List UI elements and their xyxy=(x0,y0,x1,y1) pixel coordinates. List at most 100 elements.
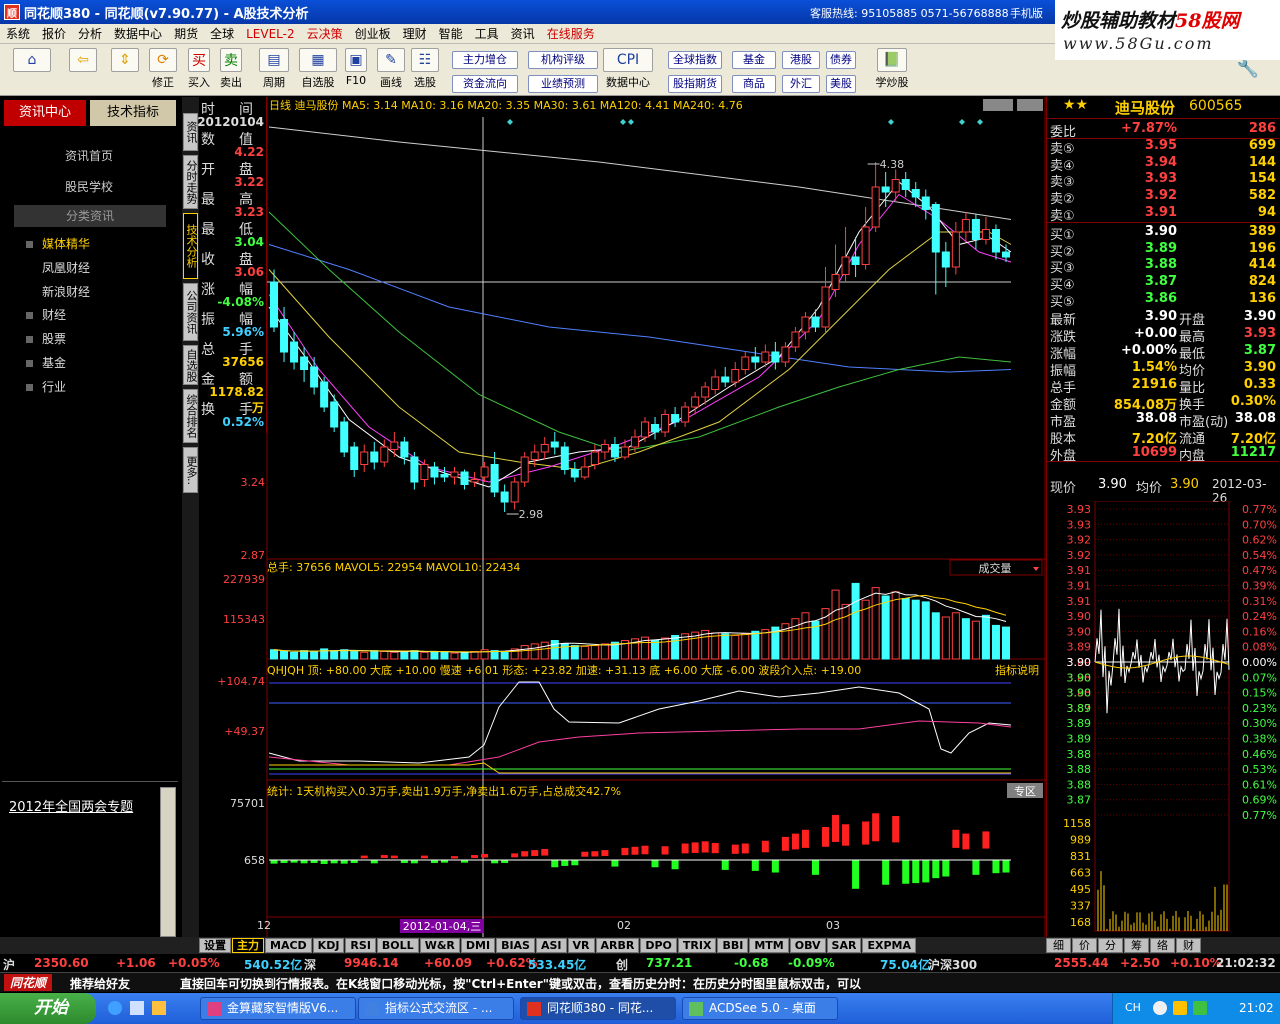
candle-body[interactable] xyxy=(711,376,720,390)
candle-body[interactable] xyxy=(400,441,409,458)
vtab-4[interactable]: 自选股 xyxy=(183,345,198,385)
quote-tab-0[interactable]: 细 xyxy=(1046,938,1071,953)
candle-body[interactable] xyxy=(570,469,579,478)
quick-btn-4[interactable]: 港股 xyxy=(782,51,820,69)
quicklaunch-app-icon[interactable] xyxy=(152,1001,166,1015)
candle-body[interactable] xyxy=(641,421,650,438)
link-news-home[interactable]: 资讯首页 xyxy=(0,147,178,164)
candle-body[interactable] xyxy=(701,386,710,398)
menu-item-8[interactable]: 创业板 xyxy=(349,25,397,42)
indicator-tab-10[interactable]: VR xyxy=(567,938,595,953)
tree-item-1[interactable]: 凤凰财经 xyxy=(42,259,90,276)
candle-body[interactable] xyxy=(691,396,700,408)
candle-body[interactable] xyxy=(460,471,469,485)
candle-body[interactable] xyxy=(901,179,910,190)
menu-item-3[interactable]: 数据中心 xyxy=(108,25,168,42)
start-button[interactable]: 开始 xyxy=(0,993,96,1024)
candle-body[interactable] xyxy=(440,474,449,478)
menu-item-6[interactable]: LEVEL-2 xyxy=(240,27,301,41)
menu-item-13[interactable]: 在线服务 xyxy=(541,25,601,42)
lang-indicator[interactable]: CH xyxy=(1125,1001,1141,1014)
quote-tab-2[interactable]: 分 xyxy=(1098,938,1123,953)
chart-toggle-icon[interactable] xyxy=(983,99,1013,111)
indicator-tab-6[interactable]: W&R xyxy=(419,938,460,953)
menu-item-5[interactable]: 全球 xyxy=(204,25,240,42)
tree-item-5[interactable]: 基金 xyxy=(26,354,66,371)
candle-body[interactable] xyxy=(350,446,359,470)
wrench-icon[interactable]: 🔧 xyxy=(1236,58,1260,79)
tab-tech-indicator[interactable]: 技术指标 xyxy=(90,100,176,126)
candle-body[interactable] xyxy=(480,466,489,478)
quick-btn-2[interactable]: 全球指数 xyxy=(668,51,722,69)
indicator-tab-9[interactable]: ASI xyxy=(535,938,567,953)
quick-btn-8[interactable]: 股指期货 xyxy=(668,75,722,93)
candle-body[interactable] xyxy=(510,481,519,503)
task-button-3[interactable]: ACDSee 5.0 - 桌面 xyxy=(682,997,838,1020)
candle-body[interactable] xyxy=(791,331,800,348)
candle-body[interactable] xyxy=(600,444,609,453)
candle-body[interactable] xyxy=(300,356,309,370)
indicator-tab-18[interactable]: EXPMA xyxy=(862,938,916,953)
candle-body[interactable] xyxy=(951,231,960,268)
toolbar-btn-9[interactable]: ✎ 画线 xyxy=(374,44,408,90)
candle-body[interactable] xyxy=(290,341,299,363)
candle-body[interactable] xyxy=(490,464,499,493)
toolbar-btn-8[interactable]: ▣ F10 xyxy=(342,44,370,87)
indicator-tab-7[interactable]: DMI xyxy=(460,938,496,953)
candle-body[interactable] xyxy=(380,446,389,463)
menu-item-9[interactable]: 理财 xyxy=(397,25,433,42)
network-icon[interactable] xyxy=(1153,1001,1167,1015)
speaker-icon[interactable] xyxy=(1173,1001,1187,1015)
candle-body[interactable] xyxy=(540,444,549,453)
toolbar-btn-4[interactable]: 买买入 xyxy=(185,44,213,90)
indicator-tab-11[interactable]: ARBR xyxy=(595,938,640,953)
candle-body[interactable] xyxy=(661,414,670,433)
menu-item-1[interactable]: 报价 xyxy=(36,25,72,42)
toolbar-btn-10[interactable]: ☷ 选股 xyxy=(408,44,442,90)
quick-btn-6[interactable]: 资金流向 xyxy=(452,75,518,93)
tab-news-center[interactable]: 资讯中心 xyxy=(4,100,86,126)
menu-item-12[interactable]: 资讯 xyxy=(505,25,541,42)
indicator-tab-15[interactable]: MTM xyxy=(749,938,789,953)
candle-body[interactable] xyxy=(891,179,900,193)
link-investor-school[interactable]: 股民学校 xyxy=(0,178,178,195)
menu-item-4[interactable]: 期货 xyxy=(168,25,204,42)
vtab-5[interactable]: 综合排名 xyxy=(183,389,198,443)
candle-body[interactable] xyxy=(520,456,529,483)
vtab-0[interactable]: 资讯 xyxy=(183,113,198,151)
toolbar-btn-3[interactable]: ⟳ 修正 xyxy=(146,44,180,90)
candle-body[interactable] xyxy=(801,316,810,333)
candle-body[interactable] xyxy=(821,286,830,328)
quick-btn-7[interactable]: 业绩预测 xyxy=(528,75,598,93)
candle-body[interactable] xyxy=(430,466,439,478)
indicator-tab-17[interactable]: SAR xyxy=(826,938,862,953)
task-button-1[interactable]: 指标公式交流区 - ... xyxy=(358,997,514,1020)
candle-body[interactable] xyxy=(560,446,569,470)
kline-chart[interactable]: 日线 迪马股份 MA5: 3.14 MA10: 3.16 MA20: 3.35 … xyxy=(199,97,1046,937)
candle-body[interactable] xyxy=(580,466,589,478)
candle-body[interactable] xyxy=(370,451,379,463)
quick-btn-3[interactable]: 基金 xyxy=(732,51,776,69)
vtab-2[interactable]: 技术分析 xyxy=(183,213,198,279)
candle-body[interactable] xyxy=(610,444,619,458)
candle-body[interactable] xyxy=(620,446,629,458)
candle-body[interactable] xyxy=(681,406,690,423)
quicklaunch-ie-icon[interactable] xyxy=(108,1001,122,1015)
vtab-1[interactable]: 分时走势 xyxy=(183,155,198,209)
tree-item-4[interactable]: 股票 xyxy=(26,330,66,347)
toolbar-btn-6[interactable]: ▤ 周期 xyxy=(256,44,292,90)
candle-body[interactable] xyxy=(981,229,990,240)
candle-body[interactable] xyxy=(911,189,920,198)
indicator-tab-0[interactable]: 设置 xyxy=(199,938,231,953)
tray-app-icon[interactable] xyxy=(1193,1001,1207,1015)
candle-body[interactable] xyxy=(270,281,279,328)
candle-body[interactable] xyxy=(550,441,559,448)
indicator-tab-13[interactable]: TRIX xyxy=(677,938,717,953)
star-icon[interactable]: ★★ xyxy=(1063,97,1088,113)
candle-body[interactable] xyxy=(831,274,840,290)
candle-body[interactable] xyxy=(420,464,429,480)
recommend-link[interactable]: 推荐给好友 xyxy=(70,975,130,992)
candle-body[interactable] xyxy=(450,471,459,478)
quick-btn-5[interactable]: 债券 xyxy=(826,51,856,69)
candle-body[interactable] xyxy=(310,366,319,388)
